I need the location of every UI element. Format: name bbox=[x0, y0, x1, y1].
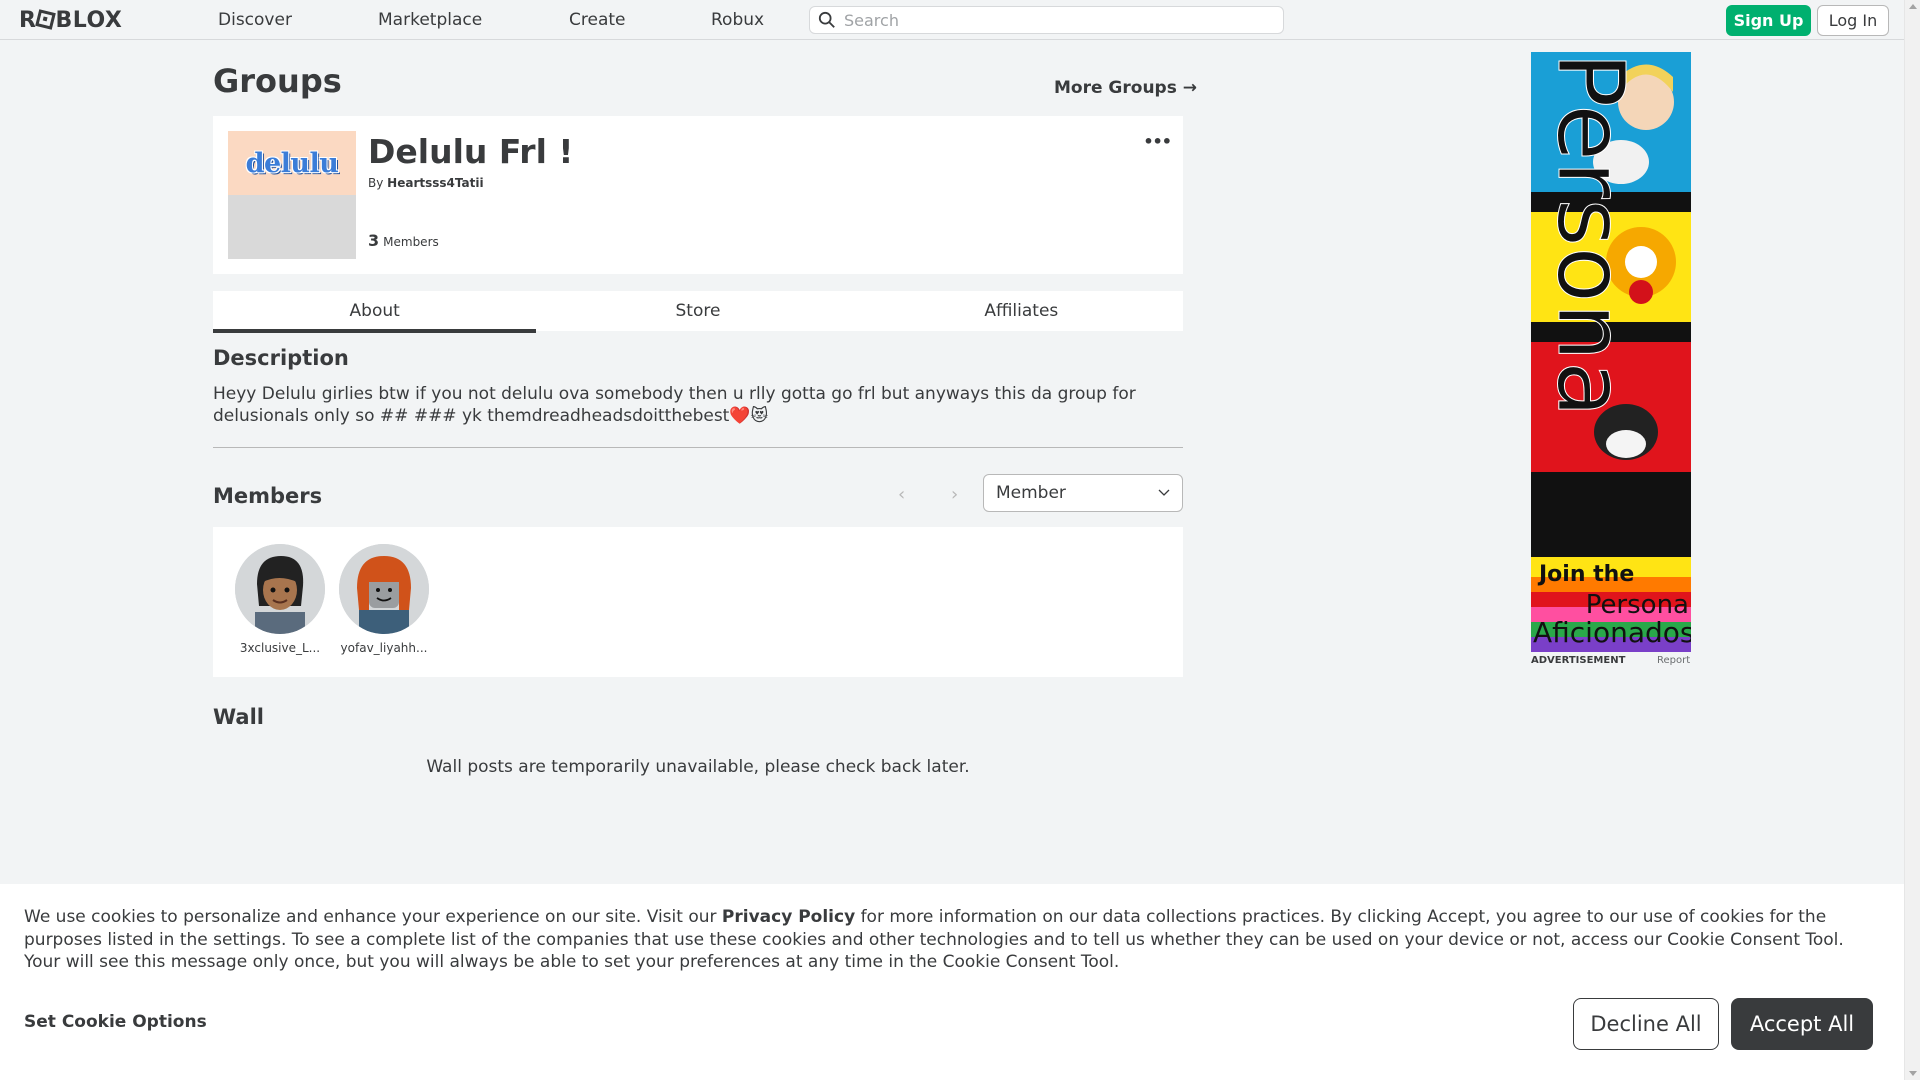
members-list: 3xclusive_L... yofav_liyahh... bbox=[213, 527, 1183, 677]
member-count-label: Members bbox=[383, 235, 439, 249]
more-groups-link[interactable]: More Groups → bbox=[1054, 78, 1197, 98]
members-next-page-icon[interactable]: › bbox=[951, 484, 958, 505]
page-scrollbar[interactable] bbox=[1904, 0, 1920, 1080]
members-prev-page-icon[interactable]: ‹ bbox=[898, 484, 905, 505]
group-name: Delulu Frl ! bbox=[368, 132, 574, 171]
group-emblem: delulu bbox=[228, 131, 356, 259]
group-owner-prefix: By bbox=[368, 176, 384, 190]
member-count-value: 3 bbox=[368, 231, 380, 250]
avatar-image bbox=[339, 544, 429, 634]
group-header-card: delulu Delulu Frl ! By Heartsss4Tatii 3M… bbox=[213, 116, 1183, 274]
accept-all-button[interactable]: Accept All bbox=[1731, 998, 1873, 1050]
ad-report-link[interactable]: Report bbox=[1657, 655, 1690, 666]
group-owner-link[interactable]: Heartsss4Tatii bbox=[387, 176, 483, 190]
member-name[interactable]: yofav_liyahh... bbox=[337, 641, 431, 655]
group-emblem-text: delulu bbox=[245, 147, 339, 179]
set-cookie-options-link[interactable]: Set Cookie Options bbox=[24, 1012, 207, 1032]
avatar-image bbox=[235, 544, 325, 634]
scroll-up-arrow-icon[interactable] bbox=[1909, 4, 1917, 9]
role-dropdown-value: Member bbox=[996, 483, 1066, 503]
decline-all-button[interactable]: Decline All bbox=[1573, 998, 1719, 1050]
search-input[interactable] bbox=[844, 10, 1274, 30]
cookie-text-part: We use cookies to personalize and enhanc… bbox=[24, 907, 722, 927]
roblox-logo[interactable]: R BLOX bbox=[19, 8, 122, 33]
more-options-icon[interactable]: ••• bbox=[1143, 132, 1172, 151]
search-box[interactable] bbox=[809, 6, 1284, 34]
tab-about[interactable]: About bbox=[213, 291, 537, 333]
member-name[interactable]: 3xclusive_L... bbox=[233, 641, 327, 655]
member-role-dropdown[interactable]: Member bbox=[983, 474, 1183, 512]
group-tabs: About Store Affiliates bbox=[213, 291, 1183, 333]
cookie-consent-banner: We use cookies to personalize and enhanc… bbox=[0, 884, 1904, 1080]
log-in-button[interactable]: Log In bbox=[1817, 5, 1889, 36]
roblox-logo-icon bbox=[35, 9, 57, 30]
sign-up-button[interactable]: Sign Up bbox=[1726, 5, 1811, 36]
member-avatar[interactable] bbox=[235, 544, 325, 634]
top-navigation-bar: R BLOX Discover Marketplace Create Robux … bbox=[0, 0, 1904, 40]
group-owner-line: By Heartsss4Tatii bbox=[368, 176, 484, 190]
chevron-down-icon bbox=[1158, 489, 1170, 496]
advertisement-label: ADVERTISEMENT bbox=[1531, 655, 1626, 666]
ad-vertical-title: Persona bbox=[1537, 52, 1644, 418]
group-emblem-image: delulu bbox=[228, 131, 356, 195]
ad-aficionados-text: Aficionados bbox=[1533, 616, 1691, 649]
search-icon[interactable] bbox=[818, 11, 836, 29]
scroll-down-arrow-icon[interactable] bbox=[1909, 1071, 1917, 1076]
nav-robux[interactable]: Robux bbox=[711, 10, 764, 30]
nav-create[interactable]: Create bbox=[569, 10, 626, 30]
ad-join-text: Join the bbox=[1539, 562, 1635, 587]
section-divider bbox=[213, 447, 1183, 448]
page-title: Groups bbox=[213, 62, 342, 100]
nav-discover[interactable]: Discover bbox=[218, 10, 292, 30]
members-heading: Members bbox=[213, 484, 323, 508]
description-text: Heyy Delulu girlies btw if you not delul… bbox=[213, 384, 1136, 426]
privacy-policy-link[interactable]: Privacy Policy bbox=[722, 907, 855, 927]
member-avatar[interactable] bbox=[339, 544, 429, 634]
description-heading: Description bbox=[213, 346, 349, 370]
cookie-consent-text: We use cookies to personalize and enhanc… bbox=[24, 906, 1884, 974]
tab-store[interactable]: Store bbox=[536, 291, 859, 331]
member-card[interactable]: yofav_liyahh... bbox=[337, 544, 431, 655]
group-member-count: 3 Members bbox=[368, 231, 439, 250]
advertisement-banner[interactable]: Persona Join the Persona Aficionados bbox=[1531, 52, 1691, 652]
member-card[interactable]: 3xclusive_L... bbox=[233, 544, 327, 655]
tab-affiliates[interactable]: Affiliates bbox=[860, 291, 1183, 331]
nav-marketplace[interactable]: Marketplace bbox=[378, 10, 482, 30]
wall-heading: Wall bbox=[213, 705, 264, 729]
wall-unavailable-message: Wall posts are temporarily unavailable, … bbox=[426, 757, 970, 777]
